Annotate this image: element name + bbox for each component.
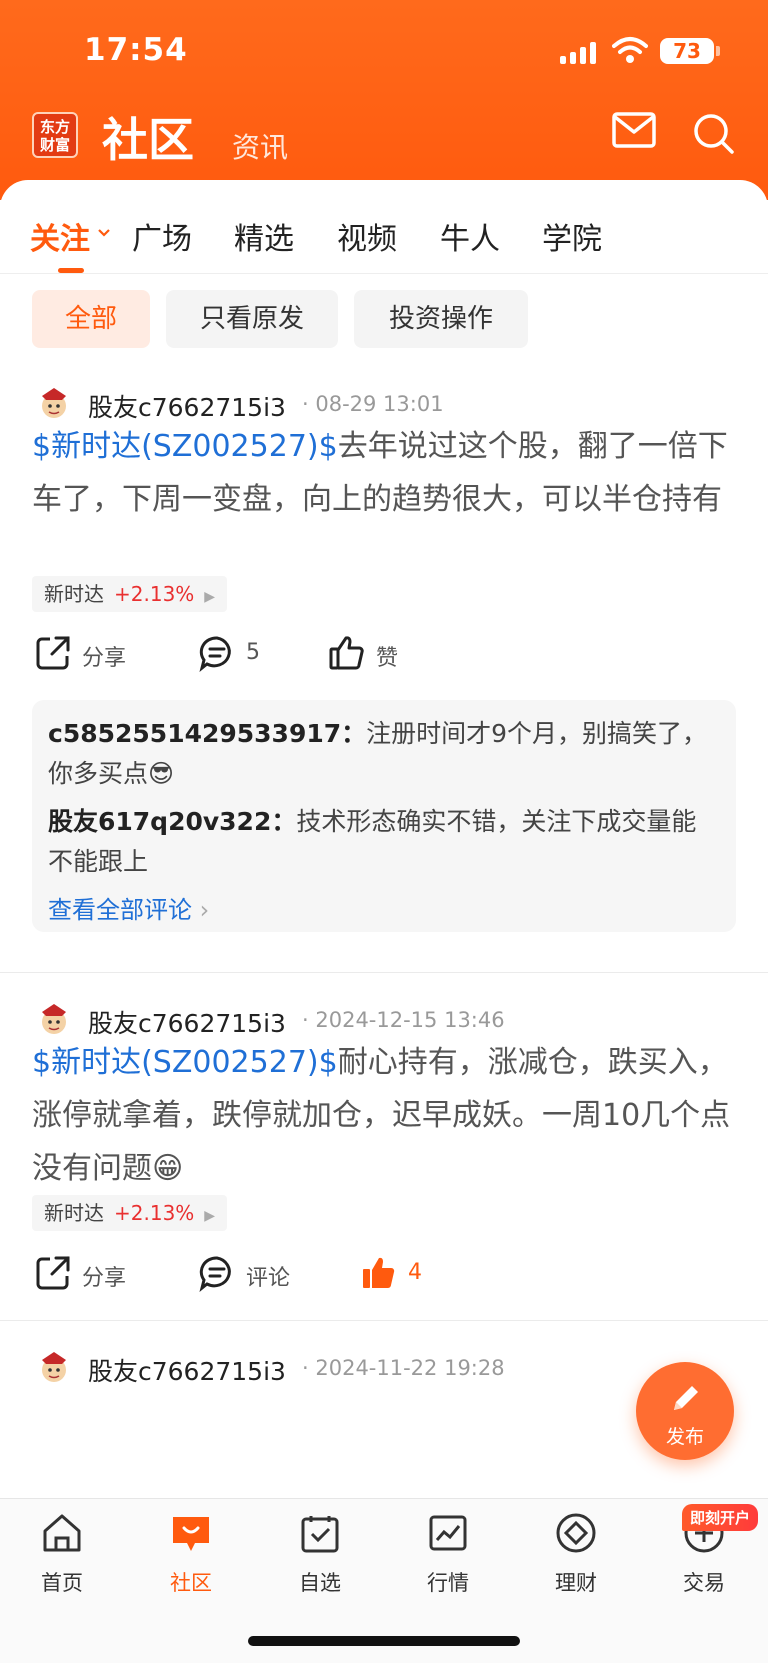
author-name[interactable]: 股友c7662715i3 [88, 1352, 286, 1388]
author-name[interactable]: 股友c7662715i3 [88, 1004, 286, 1040]
filter-trades[interactable]: 投资操作 [354, 290, 528, 348]
comment-button[interactable]: 5 [198, 634, 288, 674]
post-time: · 2024-12-15 13:46 [302, 1008, 505, 1032]
commenter-name[interactable]: c5852551429533917： [48, 719, 366, 748]
share-button[interactable]: 分享 [34, 634, 154, 674]
tab-experts[interactable]: 牛人 [440, 214, 500, 258]
app-logo: 东方财富 [32, 112, 78, 158]
stock-tag-name: 新时达 [44, 582, 104, 606]
category-tabs: 关注 广场 精选 视频 牛人 学院 [0, 180, 768, 274]
publish-label: 发布 [665, 1426, 704, 1448]
post-content[interactable]: $新时达(SZ002527)$去年说过这个股，翻了一倍下车了，下周一变盘，向上的… [32, 420, 737, 526]
share-label: 分享 [82, 1266, 127, 1291]
avatar[interactable] [36, 1002, 72, 1038]
nav-watchlist-label: 自选 [299, 1571, 341, 1595]
stock-link[interactable]: $新时达(SZ002527)$ [32, 1045, 338, 1080]
comment-count: 5 [246, 640, 260, 665]
open-account-badge[interactable]: 即刻开户 [682, 1504, 759, 1531]
tab-square[interactable]: 广场 [132, 214, 192, 258]
post-content[interactable]: $新时达(SZ002527)$耐心持有，涨减仓，跌买入，涨停就拿着，跌停就加仓，… [32, 1036, 737, 1195]
nav-trade-label: 交易 [683, 1571, 725, 1595]
avatar[interactable] [36, 386, 72, 422]
chevron-down-icon[interactable] [97, 228, 111, 238]
thumbs-up-filled-icon [363, 1257, 395, 1288]
commenter-name[interactable]: 股友617q20v322： [48, 807, 296, 836]
tab-video[interactable]: 视频 [337, 214, 397, 258]
stock-tag[interactable]: 新时达 +2.13% ▶ [32, 1195, 228, 1231]
share-icon [36, 1256, 70, 1290]
stock-tag[interactable]: 新时达 +2.13% ▶ [32, 576, 228, 612]
filter-original[interactable]: 只看原发 [166, 290, 338, 348]
post-divider [0, 972, 768, 973]
tab-academy[interactable]: 学院 [542, 214, 602, 258]
post-time: · 08-29 13:01 [302, 392, 444, 416]
status-time: 17:54 [84, 32, 188, 68]
caret-right-icon: ▶ [204, 589, 216, 605]
comment-label: 评论 [246, 1266, 291, 1291]
like-button[interactable]: 4 [360, 1254, 450, 1294]
comment-icon [199, 636, 231, 672]
wealth-icon [556, 1513, 596, 1553]
tab-follow[interactable]: 关注 [30, 214, 90, 258]
search-icon[interactable] [692, 112, 736, 156]
news-tab-link[interactable]: 资讯 [232, 126, 288, 166]
post-divider [0, 1320, 768, 1321]
view-all-comments-link[interactable]: 查看全部评论 › [48, 890, 720, 925]
comments-preview: c5852551429533917：注册时间才9个月，别搞笑了，你多买点😎 股友… [32, 700, 736, 932]
app-header: 17:54 73 东方财富 社区 资讯 [0, 0, 768, 200]
market-chart-icon [429, 1515, 467, 1551]
author-name[interactable]: 股友c7662715i3 [88, 388, 286, 424]
post-header: 股友c7662715i3 · 2024-11-22 19:28 [36, 1350, 736, 1390]
like-label: 赞 [376, 646, 399, 671]
battery-level: 73 [660, 38, 714, 64]
stock-tag-name: 新时达 [44, 1201, 104, 1225]
avatar[interactable] [36, 1350, 72, 1386]
comment-icon [199, 1256, 231, 1292]
tab-underline [58, 268, 84, 273]
home-indicator[interactable] [248, 1636, 520, 1646]
nav-market-label: 行情 [427, 1571, 469, 1595]
stock-tag-change: +2.13% [114, 1201, 195, 1225]
like-button[interactable]: 赞 [328, 634, 418, 674]
home-icon [43, 1514, 81, 1552]
nav-home-label: 首页 [41, 1571, 83, 1595]
like-count: 4 [408, 1260, 422, 1285]
comment-item[interactable]: c5852551429533917：注册时间才9个月，别搞笑了，你多买点😎 [48, 714, 720, 794]
nav-wealth-label: 理财 [555, 1571, 597, 1595]
thumbs-up-icon [329, 636, 364, 670]
mail-icon[interactable] [612, 112, 656, 148]
tab-featured[interactable]: 精选 [234, 214, 294, 258]
filter-all[interactable]: 全部 [32, 290, 150, 348]
watchlist-icon [301, 1516, 339, 1553]
caret-right-icon: ▶ [204, 1208, 216, 1224]
battery-tip [716, 46, 720, 56]
share-icon [36, 636, 70, 670]
page-title[interactable]: 社区 [102, 104, 194, 170]
stock-tag-change: +2.13% [114, 582, 195, 606]
post-time: · 2024-11-22 19:28 [302, 1356, 505, 1380]
status-bar: 17:54 73 [0, 28, 768, 78]
comment-item[interactable]: 股友617q20v322：技术形态确实不错，关注下成交量能不能跟上 [48, 802, 720, 882]
nav-community-label: 社区 [170, 1571, 212, 1595]
signal-icon [560, 42, 596, 64]
wifi-icon [612, 37, 648, 63]
comment-button[interactable]: 评论 [198, 1254, 308, 1294]
share-button[interactable]: 分享 [34, 1254, 154, 1294]
community-icon [173, 1517, 209, 1551]
publish-button[interactable]: 发布 [636, 1362, 734, 1460]
stock-link[interactable]: $新时达(SZ002527)$ [32, 429, 338, 464]
share-label: 分享 [82, 646, 127, 671]
pencil-icon [674, 1386, 698, 1410]
